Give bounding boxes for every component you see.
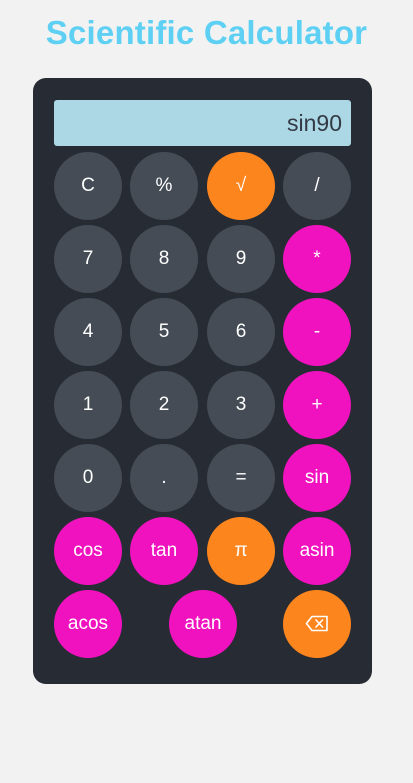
divide-button[interactable]: / — [283, 152, 351, 220]
digit-8-button[interactable]: 8 — [130, 225, 198, 293]
digit-0-button[interactable]: 0 — [54, 444, 122, 512]
atan-button[interactable]: atan — [169, 590, 237, 658]
digit-1-button[interactable]: 1 — [54, 371, 122, 439]
backspace-icon — [305, 616, 328, 632]
equals-button[interactable]: = — [207, 444, 275, 512]
multiply-button[interactable]: * — [283, 225, 351, 293]
page-title: Scientific Calculator — [45, 14, 368, 51]
digit-9-button[interactable]: 9 — [207, 225, 275, 293]
digit-2-button[interactable]: 2 — [130, 371, 198, 439]
pi-button[interactable]: π — [207, 517, 275, 585]
sin-button[interactable]: sin — [283, 444, 351, 512]
backspace-button[interactable] — [283, 590, 351, 658]
acos-button[interactable]: acos — [54, 590, 122, 658]
minus-button[interactable]: - — [283, 298, 351, 366]
calculator-display: sin90 — [54, 100, 351, 146]
tan-button[interactable]: tan — [130, 517, 198, 585]
calculator-panel: sin90 C % √ / 7 8 9 * 4 5 6 - 1 2 3 + 0 … — [33, 78, 372, 684]
cos-button[interactable]: cos — [54, 517, 122, 585]
digit-7-button[interactable]: 7 — [54, 225, 122, 293]
plus-button[interactable]: + — [283, 371, 351, 439]
percent-button[interactable]: % — [130, 152, 198, 220]
digit-6-button[interactable]: 6 — [207, 298, 275, 366]
digit-3-button[interactable]: 3 — [207, 371, 275, 439]
digit-5-button[interactable]: 5 — [130, 298, 198, 366]
asin-button[interactable]: asin — [283, 517, 351, 585]
sqrt-button[interactable]: √ — [207, 152, 275, 220]
digit-4-button[interactable]: 4 — [54, 298, 122, 366]
decimal-point-button[interactable]: . — [130, 444, 198, 512]
clear-button[interactable]: C — [54, 152, 122, 220]
